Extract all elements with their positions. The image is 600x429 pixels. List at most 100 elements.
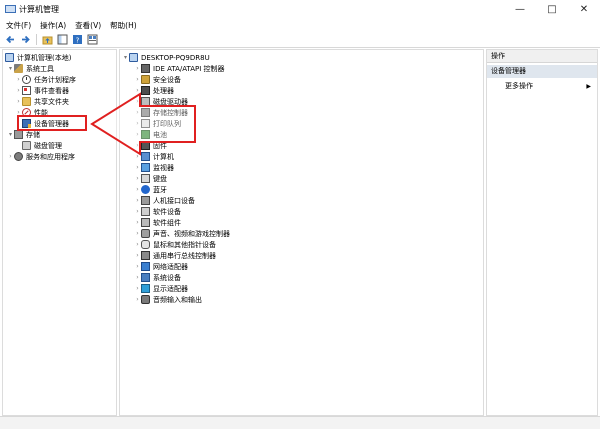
tree-item-shared-folders[interactable]: › 共享文件夹 <box>15 96 69 107</box>
device-category-item[interactable]: › 存储控制器 <box>134 107 188 118</box>
expand-icon[interactable]: › <box>134 252 141 259</box>
properties-icon[interactable] <box>86 34 98 46</box>
monitor-icon <box>141 163 150 172</box>
tree-item-task-scheduler[interactable]: › 任务计划程序 <box>15 74 76 85</box>
device-category-item[interactable]: › 网络适配器 <box>134 261 188 272</box>
tree-item-label: 事件查看器 <box>34 86 69 95</box>
device-tree-root[interactable]: ▾ DESKTOP-PQ9DR8U <box>122 52 210 63</box>
device-category-item[interactable]: › 安全设备 <box>134 74 181 85</box>
expand-icon[interactable]: › <box>134 153 141 160</box>
system-device-icon <box>141 273 150 282</box>
tree-item-event-viewer[interactable]: › 事件查看器 <box>15 85 69 96</box>
expand-icon[interactable]: › <box>134 87 141 94</box>
minimize-button[interactable]: — <box>504 0 536 18</box>
collapse-icon[interactable]: ▾ <box>7 131 14 138</box>
event-viewer-icon <box>22 86 31 95</box>
tree-item-label: 系统工具 <box>26 64 54 73</box>
tree-item-services[interactable]: › 服务和应用程序 <box>7 151 75 162</box>
device-category-item[interactable]: › 软件设备 <box>134 206 181 217</box>
device-category-label: IDE ATA/ATAPI 控制器 <box>153 64 225 73</box>
expand-icon[interactable]: › <box>15 98 22 105</box>
device-category-label: 蓝牙 <box>153 185 167 194</box>
expand-icon[interactable]: › <box>134 208 141 215</box>
actions-selected-item[interactable]: 设备管理器 <box>487 65 597 78</box>
device-category-item[interactable]: › 固件 <box>134 140 167 151</box>
expand-icon[interactable]: › <box>134 285 141 292</box>
expand-icon[interactable]: › <box>134 109 141 116</box>
close-button[interactable]: ✕ <box>568 0 600 18</box>
device-category-item[interactable]: › 人机接口设备 <box>134 195 195 206</box>
expand-icon[interactable]: › <box>134 263 141 270</box>
tree-item-disk-management[interactable]: 磁盘管理 <box>22 140 62 151</box>
help-icon[interactable]: ? <box>71 34 83 46</box>
device-category-item[interactable]: › 蓝牙 <box>134 184 167 195</box>
expand-icon[interactable]: › <box>134 186 141 193</box>
network-adapter-icon <box>141 262 150 271</box>
expand-icon[interactable]: › <box>134 76 141 83</box>
device-category-item[interactable]: › 磁盘驱动器 <box>134 96 188 107</box>
expand-icon[interactable]: › <box>134 131 141 138</box>
expand-icon[interactable]: › <box>134 241 141 248</box>
tree-root[interactable]: 计算机管理(本地) <box>5 52 71 63</box>
computer-icon <box>141 152 150 161</box>
device-category-item[interactable]: › 音频输入和输出 <box>134 294 202 305</box>
device-category-item[interactable]: › 系统设备 <box>134 272 181 283</box>
status-bar <box>0 416 600 429</box>
device-category-label: 磁盘驱动器 <box>153 97 188 106</box>
more-actions[interactable]: 更多操作 ▶ <box>505 81 595 92</box>
back-icon[interactable] <box>4 34 16 46</box>
expand-icon[interactable]: › <box>134 296 141 303</box>
device-category-item[interactable]: › 通用串行总线控制器 <box>134 250 216 261</box>
device-category-item[interactable]: › IDE ATA/ATAPI 控制器 <box>134 63 225 74</box>
tree-root-label: 计算机管理(本地) <box>17 53 72 62</box>
expand-icon[interactable]: › <box>134 219 141 226</box>
menu-file[interactable]: 文件(F) <box>6 20 31 31</box>
actions-pane: 操作 设备管理器 更多操作 ▶ <box>486 49 598 416</box>
expand-icon[interactable]: › <box>15 87 22 94</box>
device-category-item[interactable]: › 打印队列 <box>134 118 181 129</box>
expand-icon[interactable]: › <box>134 65 141 72</box>
device-category-item[interactable]: › 电池 <box>134 129 167 140</box>
expand-icon[interactable]: › <box>134 98 141 105</box>
maximize-button[interactable]: □ <box>536 0 568 18</box>
device-category-item[interactable]: › 鼠标和其他指针设备 <box>134 239 216 250</box>
expand-icon[interactable]: › <box>134 175 141 182</box>
expand-icon[interactable]: › <box>134 197 141 204</box>
device-category-item[interactable]: › 键盘 <box>134 173 167 184</box>
device-category-item[interactable]: › 监视器 <box>134 162 174 173</box>
expand-icon[interactable]: › <box>134 230 141 237</box>
security-device-icon <box>141 75 150 84</box>
show-tree-icon[interactable] <box>56 34 68 46</box>
device-category-item[interactable]: › 显示适配器 <box>134 283 188 294</box>
menu-action[interactable]: 操作(A) <box>40 20 66 31</box>
expand-icon[interactable]: › <box>134 164 141 171</box>
keyboard-icon <box>141 174 150 183</box>
expand-icon[interactable]: › <box>134 142 141 149</box>
disk-icon <box>22 141 31 150</box>
actions-header: 操作 <box>487 50 597 63</box>
up-folder-icon[interactable] <box>41 34 53 46</box>
collapse-icon[interactable]: ▾ <box>7 65 14 72</box>
menu-view[interactable]: 查看(V) <box>75 20 101 31</box>
expand-icon[interactable]: › <box>15 76 22 83</box>
tree-item-system-tools[interactable]: ▾ 系统工具 <box>7 63 54 74</box>
expand-icon[interactable]: › <box>134 274 141 281</box>
expand-icon[interactable]: › <box>134 120 141 127</box>
forward-icon[interactable] <box>19 34 31 46</box>
collapse-icon[interactable]: ▾ <box>122 54 129 61</box>
menu-help[interactable]: 帮助(H) <box>110 20 137 31</box>
device-category-item[interactable]: › 软件组件 <box>134 217 181 228</box>
device-category-label: 键盘 <box>153 174 167 183</box>
computer-management-icon <box>5 4 16 14</box>
storage-controller-icon <box>141 108 150 117</box>
device-category-label: 软件设备 <box>153 207 181 216</box>
audio-io-icon <box>141 295 150 304</box>
storage-icon <box>14 130 23 139</box>
device-category-item[interactable]: › 计算机 <box>134 151 174 162</box>
device-category-item[interactable]: › 声音、视频和游戏控制器 <box>134 228 230 239</box>
device-category-label: 存储控制器 <box>153 108 188 117</box>
title-bar: 计算机管理 — □ ✕ <box>0 0 600 18</box>
tools-icon <box>14 64 23 73</box>
expand-icon[interactable]: › <box>7 153 14 160</box>
device-category-item[interactable]: › 处理器 <box>134 85 174 96</box>
